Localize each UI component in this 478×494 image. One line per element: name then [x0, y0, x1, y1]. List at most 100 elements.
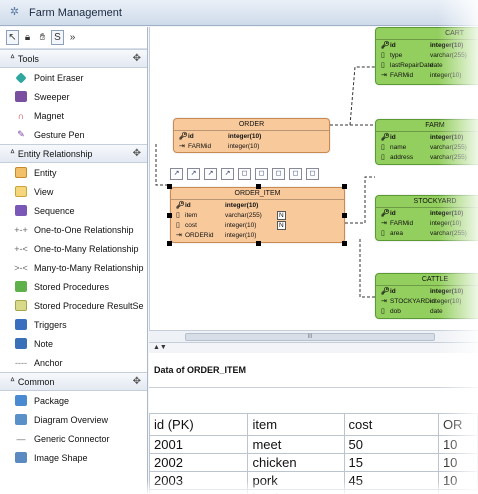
entity-column: ⇥FARMid integer(10) — [174, 141, 329, 151]
column-name: address — [390, 153, 414, 161]
group-pin-icon[interactable]: ✥ — [133, 376, 141, 387]
collapse-icon: ᐞ — [10, 148, 15, 158]
palette-toolbar: ↖ 🔒︎ ✋︎ S » — [0, 27, 147, 49]
tool-image-shape[interactable]: Image Shape — [0, 448, 147, 467]
group-entity-relationship[interactable]: ᐞ Entity Relationship ✥ — [0, 144, 147, 163]
tool-label: Anchor — [34, 357, 63, 368]
tool-gesture-pen[interactable]: ✎ Gesture Pen — [0, 125, 147, 144]
connect-icon[interactable]: ↗ — [187, 168, 200, 180]
connect-icon[interactable]: ↗ — [221, 168, 234, 180]
connect-icon[interactable]: ↗ — [204, 168, 217, 180]
tool-generic-connector[interactable]: — Generic Connector — [0, 429, 147, 448]
diagram-canvas[interactable]: ORDER 🔑︎ id integer(10) ⇥ FARMid integer(10)… — [149, 27, 478, 330]
s-icon[interactable]: S — [51, 30, 64, 45]
window-title: Farm Management — [29, 6, 122, 19]
table-cell[interactable]: 50 — [343, 435, 439, 454]
shape-icon[interactable]: ◻ — [306, 168, 319, 180]
tool-triggers[interactable]: Triggers — [0, 315, 147, 334]
tool-package[interactable]: Package — [0, 391, 147, 410]
collapse-icon: ᐞ — [10, 376, 15, 386]
table-cell[interactable]: 2002 — [148, 453, 249, 472]
tool-label: Point Eraser — [34, 72, 84, 83]
group-tools[interactable]: ᐞ Tools ✥ — [0, 49, 147, 68]
entity-column: 🔑︎id integer(10) — [171, 200, 344, 210]
tool-note[interactable]: Note — [0, 334, 147, 353]
tool-stored-procedure-resultset[interactable]: Stored Procedure ResultSe — [0, 296, 147, 315]
tool-label: Magnet — [34, 110, 65, 121]
shape-icon[interactable]: ◻ — [238, 168, 251, 180]
entity-icon — [14, 167, 28, 179]
resize-icon[interactable]: ↗ — [170, 168, 183, 180]
tool-magnet[interactable]: ∩ Magnet — [0, 106, 147, 125]
selection-handle[interactable] — [167, 241, 172, 246]
table-cell[interactable]: chicken — [247, 453, 345, 472]
tool-anchor[interactable]: ---- Anchor — [0, 353, 147, 372]
data-panel: Data of ORDER_ITEM id (PK) item cost OR … — [148, 353, 478, 494]
tool-stored-procedures[interactable]: Stored Procedures — [0, 277, 147, 296]
column-name: id — [390, 209, 396, 217]
tool-point-eraser[interactable]: Point Eraser — [0, 68, 147, 87]
column-name: cost — [185, 221, 197, 229]
column-header-item[interactable]: item — [247, 413, 345, 436]
column-name: id — [390, 41, 396, 49]
table-row[interactable]: 2001 meet 50 10 — [148, 435, 478, 454]
column-name: id — [185, 201, 191, 209]
group-common[interactable]: ᐞ Common ✥ — [0, 372, 147, 391]
tool-sweeper[interactable]: Sweeper — [0, 87, 147, 106]
table-cell[interactable]: meet — [247, 435, 345, 454]
shape-icon[interactable]: ◻ — [255, 168, 268, 180]
shape-icon[interactable]: ◻ — [272, 168, 285, 180]
column-header-cost[interactable]: cost — [343, 413, 439, 436]
tool-view[interactable]: View — [0, 182, 147, 201]
group-pin-icon[interactable]: ✥ — [133, 53, 141, 64]
selection-handle[interactable] — [256, 184, 261, 189]
collapse-icon: ᐞ — [10, 53, 15, 63]
entity-column: 🔑︎id integer(10) — [174, 131, 329, 141]
tool-entity[interactable]: Entity — [0, 163, 147, 182]
column-type: varchar(255) — [225, 211, 262, 219]
tool-many-to-many[interactable]: >-< Many-to-Many Relationship — [0, 258, 147, 277]
panel-divider — [149, 387, 478, 388]
column-type: integer(10) — [228, 142, 260, 150]
hand-icon[interactable]: ✋︎ — [36, 30, 49, 45]
tool-one-to-one[interactable]: +-+ One-to-One Relationship — [0, 220, 147, 239]
key-icon: 🔑︎ — [176, 202, 185, 209]
entity-order-item[interactable]: ORDER_ITEM 🔑︎ id integer(10) ▯ item varchar(… — [170, 187, 345, 243]
tool-one-to-many[interactable]: +-< One-to-Many Relationship — [0, 239, 147, 258]
entity-order[interactable]: ORDER 🔑︎ id integer(10) ⇥ FARMid integer(10) — [173, 118, 330, 153]
connector-cattle — [359, 239, 375, 298]
panel-splitter[interactable]: ▲▼ — [149, 343, 478, 353]
column-icon: ▯ — [176, 212, 180, 219]
selection-handle[interactable] — [256, 241, 261, 246]
app-window: ✲ Farm Management ↖ 🔒︎ ✋︎ S » ᐞ Tools ✥ P… — [0, 0, 478, 494]
data-panel-title: Data of ORDER_ITEM — [154, 365, 247, 375]
selection-handle[interactable] — [342, 213, 347, 218]
selection-handle[interactable] — [167, 213, 172, 218]
entity-name: ORDER — [174, 119, 329, 131]
selection-handle[interactable] — [342, 241, 347, 246]
chevron-icon[interactable]: » — [66, 30, 79, 45]
pointer-icon[interactable]: ↖ — [6, 30, 19, 45]
group-er-label: Entity Relationship — [17, 148, 93, 159]
column-header-id[interactable]: id (PK) — [148, 413, 249, 436]
horizontal-scrollbar[interactable]: III — [149, 330, 478, 343]
column-icon: ▯ — [176, 222, 180, 229]
column-name: FARMid — [188, 142, 212, 150]
tool-sequence[interactable]: Sequence — [0, 201, 147, 220]
shape-icon[interactable]: ◻ — [289, 168, 302, 180]
table-cell[interactable]: 15 — [343, 453, 439, 472]
selection-handle[interactable] — [167, 184, 172, 189]
lock-icon[interactable]: 🔒︎ — [21, 30, 34, 45]
tool-label: Image Shape — [34, 452, 88, 463]
scroll-thumb[interactable]: III — [185, 333, 435, 341]
tool-label: Stored Procedures — [34, 281, 110, 292]
sequence-icon — [14, 205, 28, 217]
column-icon: ▯ — [381, 230, 385, 237]
tool-diagram-overview[interactable]: Diagram Overview — [0, 410, 147, 429]
entity-column: ▯ item varchar(255) N — [171, 210, 344, 220]
table-row[interactable]: 2002 chicken 15 10 — [148, 453, 478, 472]
resultset-icon — [14, 300, 28, 312]
group-pin-icon[interactable]: ✥ — [133, 148, 141, 159]
table-cell[interactable]: 2001 — [148, 435, 249, 454]
selection-handle[interactable] — [342, 184, 347, 189]
